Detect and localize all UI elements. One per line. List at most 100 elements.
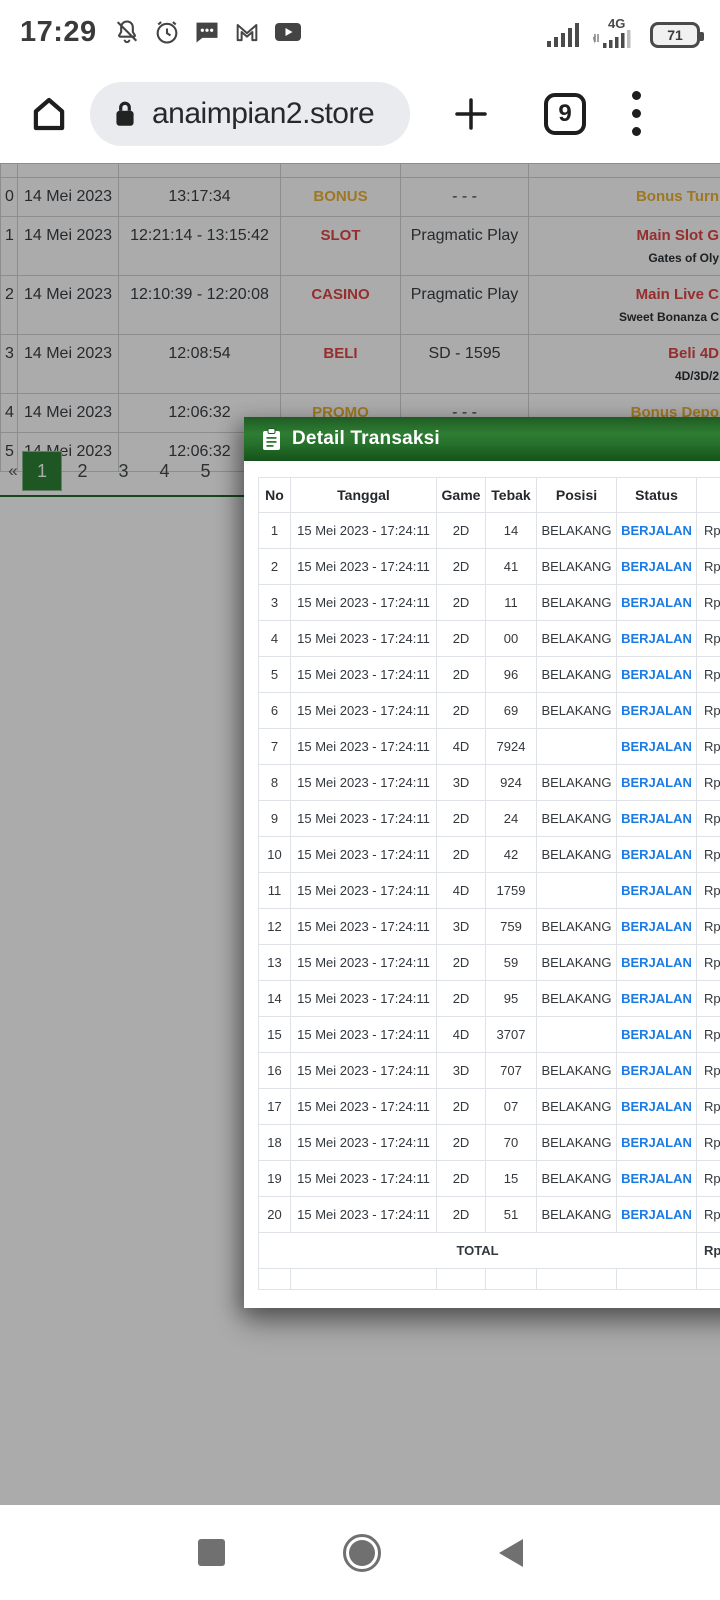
cell-taruhan: Rp xyxy=(697,1089,720,1125)
cell-status: BERJALAN xyxy=(617,1017,697,1053)
bet-row: 1815 Mei 2023 - 17:24:112D70BELAKANGBERJ… xyxy=(259,1125,720,1161)
cell-no: 7 xyxy=(259,729,291,765)
cell-tebak: 51 xyxy=(486,1197,537,1233)
cell-game: 2D xyxy=(437,1161,486,1197)
cell-tanggal: 15 Mei 2023 - 17:24:11 xyxy=(291,981,437,1017)
cell-tanggal: 15 Mei 2023 - 17:24:11 xyxy=(291,1197,437,1233)
cell-taruhan: Rp xyxy=(697,837,720,873)
android-nav-bar xyxy=(0,1505,720,1600)
cell-taruhan: Rp xyxy=(697,801,720,837)
cell-game: 2D xyxy=(437,657,486,693)
cell-posisi: BELAKANG xyxy=(537,801,617,837)
cell-posisi: BELAKANG xyxy=(537,1161,617,1197)
alarm-clock-icon xyxy=(153,18,181,46)
sms-icon xyxy=(193,18,221,46)
url-text: anaimpian2.store xyxy=(152,97,374,131)
cell-game: 2D xyxy=(437,1089,486,1125)
cell-game: 3D xyxy=(437,909,486,945)
recents-button[interactable] xyxy=(198,1539,225,1566)
bet-row: 1115 Mei 2023 - 17:24:114D1759BERJALANRp xyxy=(259,873,720,909)
youtube-icon xyxy=(273,20,303,44)
browser-menu-button[interactable] xyxy=(626,85,647,142)
phone-screen: 17:29 4G xyxy=(0,0,720,1600)
clipboard-icon xyxy=(262,428,281,451)
cell-no: 2 xyxy=(259,549,291,585)
cell-taruhan: Rp xyxy=(697,1125,720,1161)
cell-game: 2D xyxy=(437,621,486,657)
back-button[interactable] xyxy=(499,1539,523,1567)
bet-row: 915 Mei 2023 - 17:24:112D24BELAKANGBERJA… xyxy=(259,801,720,837)
bet-row: 1415 Mei 2023 - 17:24:112D95BELAKANGBERJ… xyxy=(259,981,720,1017)
cell-status: BERJALAN xyxy=(617,585,697,621)
cell-tanggal: 15 Mei 2023 - 17:24:11 xyxy=(291,909,437,945)
status-bar: 17:29 4G xyxy=(0,0,720,64)
bet-row: 115 Mei 2023 - 17:24:112D14BELAKANGBERJA… xyxy=(259,513,720,549)
cell-status: BERJALAN xyxy=(617,801,697,837)
cell-status: BERJALAN xyxy=(617,657,697,693)
notifications-off-icon xyxy=(113,18,141,46)
cell-posisi: BELAKANG xyxy=(537,693,617,729)
cell-no: 18 xyxy=(259,1125,291,1161)
cell-tebak: 11 xyxy=(486,585,537,621)
cell-tanggal: 15 Mei 2023 - 17:24:11 xyxy=(291,1089,437,1125)
cell-status: BERJALAN xyxy=(617,1125,697,1161)
cell-taruhan: Rp xyxy=(697,765,720,801)
cell-status: BERJALAN xyxy=(617,1197,697,1233)
cell-tebak: 42 xyxy=(486,837,537,873)
cell-tebak: 00 xyxy=(486,621,537,657)
cell-no: 8 xyxy=(259,765,291,801)
cell-tebak: 70 xyxy=(486,1125,537,1161)
detail-transaksi-table: No Tanggal Game Tebak Posisi Status Ta 1… xyxy=(258,477,720,1290)
new-tab-button[interactable] xyxy=(450,93,492,135)
bet-row: 215 Mei 2023 - 17:24:112D41BELAKANGBERJA… xyxy=(259,549,720,585)
cell-tebak: 95 xyxy=(486,981,537,1017)
tab-switcher-button[interactable]: 9 xyxy=(544,93,586,135)
cell-game: 2D xyxy=(437,1125,486,1161)
cell-taruhan: Rp xyxy=(697,1161,720,1197)
lock-icon xyxy=(112,99,138,129)
cell-status: BERJALAN xyxy=(617,621,697,657)
total-label: TOTAL xyxy=(259,1233,697,1269)
cell-status: BERJALAN xyxy=(617,693,697,729)
bet-row: 815 Mei 2023 - 17:24:113D924BELAKANGBERJ… xyxy=(259,765,720,801)
cell-tebak: 41 xyxy=(486,549,537,585)
cell-status: BERJALAN xyxy=(617,549,697,585)
cell-tanggal: 15 Mei 2023 - 17:24:11 xyxy=(291,1017,437,1053)
cell-tebak: 69 xyxy=(486,693,537,729)
cell-tebak: 07 xyxy=(486,1089,537,1125)
cell-no: 20 xyxy=(259,1197,291,1233)
cell-posisi: BELAKANG xyxy=(537,1053,617,1089)
cell-posisi: BELAKANG xyxy=(537,585,617,621)
header-taruhan: Ta xyxy=(697,478,720,513)
url-bar[interactable]: anaimpian2.store xyxy=(90,82,410,146)
cell-status: BERJALAN xyxy=(617,1053,697,1089)
cell-taruhan: Rp xyxy=(697,945,720,981)
cell-tebak: 707 xyxy=(486,1053,537,1089)
cell-tebak: 15 xyxy=(486,1161,537,1197)
cell-tanggal: 15 Mei 2023 - 17:24:11 xyxy=(291,621,437,657)
cell-game: 2D xyxy=(437,693,486,729)
cell-posisi: BELAKANG xyxy=(537,1197,617,1233)
cell-taruhan: Rp xyxy=(697,873,720,909)
cell-game: 2D xyxy=(437,837,486,873)
cell-posisi: BELAKANG xyxy=(537,837,617,873)
cell-posisi xyxy=(537,1017,617,1053)
cell-status: BERJALAN xyxy=(617,765,697,801)
cell-status: BERJALAN xyxy=(617,1161,697,1197)
cell-no: 16 xyxy=(259,1053,291,1089)
header-tanggal: Tanggal xyxy=(291,478,437,513)
cell-tanggal: 15 Mei 2023 - 17:24:11 xyxy=(291,1053,437,1089)
cell-game: 4D xyxy=(437,729,486,765)
cell-no: 12 xyxy=(259,909,291,945)
home-nav-button[interactable] xyxy=(343,1534,381,1572)
cell-posisi: BELAKANG xyxy=(537,981,617,1017)
cell-no: 10 xyxy=(259,837,291,873)
header-tebak: Tebak xyxy=(486,478,537,513)
cell-tanggal: 15 Mei 2023 - 17:24:11 xyxy=(291,585,437,621)
cell-tanggal: 15 Mei 2023 - 17:24:11 xyxy=(291,765,437,801)
cell-tanggal: 15 Mei 2023 - 17:24:11 xyxy=(291,693,437,729)
home-button[interactable] xyxy=(28,93,70,135)
cell-no: 15 xyxy=(259,1017,291,1053)
cell-status: BERJALAN xyxy=(617,981,697,1017)
cell-status: BERJALAN xyxy=(617,1089,697,1125)
